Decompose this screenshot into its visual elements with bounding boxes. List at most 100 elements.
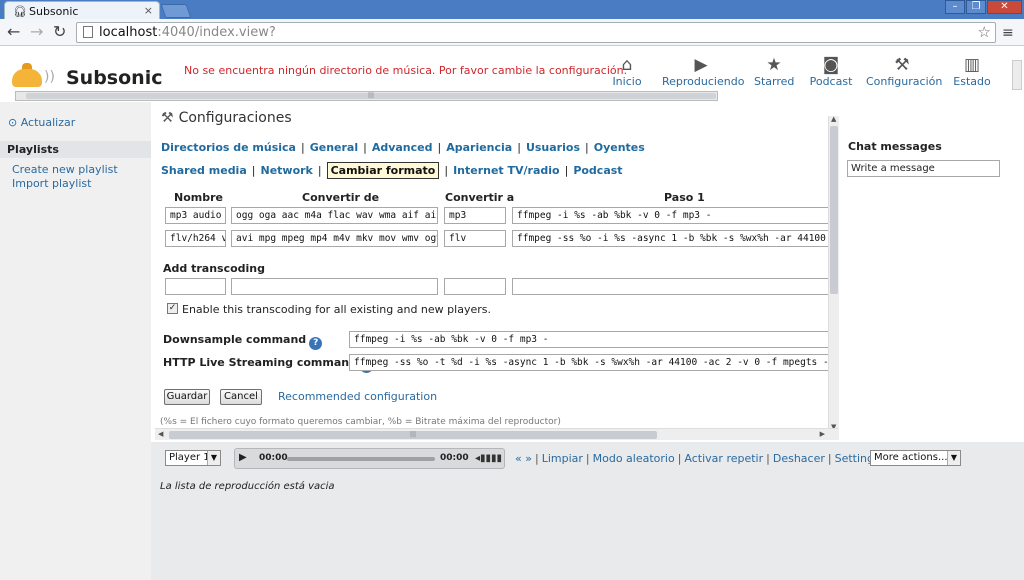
row2-to-input[interactable]: flv (444, 230, 506, 247)
undo-link[interactable]: Deshacer (773, 452, 825, 465)
browser-toolbar: ← → ↻ localhost:4040/index.view? ☆ ≡ (0, 19, 1024, 46)
header-horizontal-scrollbar[interactable]: ||| (15, 91, 718, 101)
new-name-input[interactable] (165, 278, 226, 295)
play-icon: ▶ (694, 55, 708, 75)
help-icon[interactable]: ? (309, 337, 323, 350)
import-playlist-link[interactable]: Import playlist (12, 177, 91, 190)
url-path: :4040/index.view? (157, 25, 276, 40)
browser-titlebar: 🎧︎ Subsonic × – ❐ ✕ (0, 0, 1024, 19)
row2-name-input[interactable]: flv/h264 video (165, 230, 226, 247)
chevron-down-icon: ▼ (947, 451, 960, 465)
player-select-value: Player 1 (169, 452, 210, 463)
page-title: ⚒ Configuraciones (161, 110, 292, 126)
footnote: (%s = El fichero cuyo formato queremos c… (160, 417, 561, 427)
row1-to-input[interactable]: mp3 (444, 207, 506, 224)
player-select[interactable]: Player 1 ▼ (165, 450, 221, 466)
nav-configuracion[interactable]: ⚒ Configuración (866, 55, 942, 88)
brand-name: Subsonic (66, 67, 163, 89)
row1-from-input[interactable]: ogg oga aac m4a flac wav wma aif aiff (231, 207, 438, 224)
menu-icon[interactable]: ≡ (1002, 25, 1014, 41)
prev-next-link[interactable]: « » (515, 452, 532, 465)
nav-estado[interactable]: ▥ Estado (952, 55, 992, 88)
reload-icon[interactable]: ↻ (53, 22, 66, 41)
address-bar[interactable]: localhost:4040/index.view? ☆ (76, 22, 996, 43)
tab-internet-tv-radio[interactable]: Internet TV/radio (453, 164, 560, 177)
clear-link[interactable]: Limpiar (542, 452, 583, 465)
hls-label: HTTP Live Streaming command? (163, 356, 373, 373)
create-playlist-link[interactable]: Create new playlist (12, 163, 118, 176)
star-icon: ★ (766, 55, 782, 75)
nav-label: Configuración (866, 75, 943, 88)
bar-chart-icon: ▥ (963, 55, 981, 75)
nav-label: Estado (953, 75, 991, 88)
nav-starred[interactable]: ★ Starred (754, 55, 794, 88)
enable-transcoding-label: Enable this transcoding for all existing… (182, 303, 491, 316)
bookmark-star-icon[interactable]: ☆ (978, 23, 991, 41)
empty-playlist-message: La lista de reproducción está vacia (160, 481, 335, 492)
nav-reproduciendo[interactable]: ▶ Reproduciendo (662, 55, 744, 88)
minimize-button[interactable]: – (945, 0, 965, 14)
tab-shared-media[interactable]: Shared media (161, 164, 247, 177)
rss-icon: ◙ (822, 55, 840, 75)
settings-nav-row2: Shared media | Network | Cambiar formato | Int… (161, 162, 623, 179)
column-header-nombre: Nombre (174, 191, 223, 204)
settings-vertical-scrollbar[interactable]: ▲ ▼ (828, 115, 839, 431)
shuffle-link[interactable]: Modo aleatorio (593, 452, 675, 465)
tab-network[interactable]: Network (260, 164, 312, 177)
progress-track[interactable] (287, 457, 435, 461)
recommended-config-link[interactable]: Recommended configuration (278, 390, 437, 403)
close-tab-icon[interactable]: × (144, 4, 153, 17)
tab-usuarios[interactable]: Usuarios (526, 141, 580, 154)
tab-podcast[interactable]: Podcast (573, 164, 622, 177)
new-step1-input[interactable] (512, 278, 832, 295)
downsample-label: Downsample command? (163, 333, 323, 350)
maximize-button[interactable]: ❐ (966, 0, 986, 14)
tools-icon: ⚒ (161, 110, 174, 126)
url-host: localhost (99, 25, 158, 40)
forward-arrow-icon[interactable]: → (30, 22, 43, 41)
tools-icon: ⚒ (894, 55, 910, 75)
hls-label-text: HTTP Live Streaming command (163, 356, 357, 369)
downsample-command-input[interactable]: ffmpeg -i %s -ab %bk -v 0 -f mp3 - (349, 331, 832, 348)
row1-step1-input[interactable]: ffmpeg -i %s -ab %bk -v 0 -f mp3 - (512, 207, 832, 224)
subsonic-logo: )) (12, 63, 55, 89)
tab-cambiar-formato[interactable]: Cambiar formato (326, 162, 440, 179)
tab-advanced[interactable]: Advanced (372, 141, 433, 154)
page-title-text: Configuraciones (178, 110, 292, 126)
tab-apariencia[interactable]: Apariencia (446, 141, 512, 154)
header-vertical-scrollbar[interactable] (1012, 60, 1022, 90)
chat-message-input[interactable]: Write a message (847, 160, 1000, 177)
volume-icon[interactable]: ◂▮▮▮▮ (475, 453, 502, 464)
tab-directorios[interactable]: Directorios de música (161, 141, 296, 154)
settings-nav-row1: Directorios de música | General | Advanced | A… (161, 141, 645, 154)
tab-oyentes[interactable]: Oyentes (594, 141, 645, 154)
close-window-button[interactable]: ✕ (987, 0, 1022, 14)
repeat-link[interactable]: Activar repetir (684, 452, 763, 465)
chevron-down-icon: ▼ (207, 451, 220, 465)
row1-name-input[interactable]: mp3 audio (165, 207, 226, 224)
save-button[interactable]: Guardar (164, 389, 210, 405)
nav-inicio[interactable]: ⌂ Inicio (612, 55, 642, 88)
nav-label: Inicio (612, 75, 642, 88)
new-from-input[interactable] (231, 278, 438, 295)
audio-player: ▶ 00:00 00:00 ◂▮▮▮▮ (234, 448, 505, 469)
player-links: « » | Limpiar | Modo aleatorio | Activar repet… (515, 452, 880, 465)
refresh-link[interactable]: ⊙ Actualizar (8, 116, 75, 129)
cancel-button[interactable]: Cancel (220, 389, 262, 405)
new-tab-button[interactable] (160, 4, 192, 18)
nav-podcast[interactable]: ◙ Podcast (809, 55, 853, 88)
new-to-input[interactable] (444, 278, 506, 295)
enable-transcoding-checkbox[interactable]: ✓ (167, 303, 178, 314)
play-icon[interactable]: ▶ (239, 452, 247, 463)
nav-label: Reproduciendo (662, 75, 745, 88)
settings-horizontal-scrollbar[interactable]: ◀ ||| ▶ (155, 428, 839, 440)
column-header-paso-1: Paso 1 (664, 191, 705, 204)
back-arrow-icon[interactable]: ← (7, 22, 20, 41)
more-actions-select[interactable]: More actions... ▼ (870, 450, 961, 466)
browser-tab[interactable]: 🎧︎ Subsonic × (4, 1, 160, 19)
row2-from-input[interactable]: avi mpg mpeg mp4 m4v mkv mov wmv ogv (231, 230, 438, 247)
tab-general[interactable]: General (310, 141, 358, 154)
row2-step1-input[interactable]: ffmpeg -ss %o -i %s -async 1 -b %bk -s %… (512, 230, 832, 247)
tab-title: Subsonic (29, 5, 79, 18)
hls-command-input[interactable]: ffmpeg -ss %o -t %d -i %s -async 1 -b %b… (349, 354, 832, 371)
